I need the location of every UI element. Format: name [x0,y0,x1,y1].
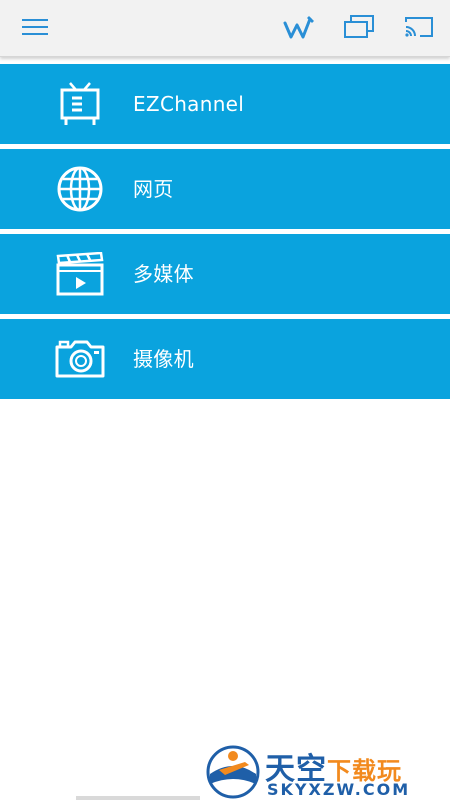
tv-icon [54,78,106,130]
globe-icon [54,163,106,215]
app-toolbar [0,0,450,57]
menu-icon[interactable] [18,12,52,42]
skyxzw-logo-icon [205,744,261,800]
wifi-w-icon[interactable] [283,12,317,42]
menu-item-web[interactable]: 网页 [0,149,450,229]
menu-item-label: 网页 [133,177,174,201]
menu-item-multimedia[interactable]: 多媒体 [0,234,450,314]
menu-item-label: EZChannel [133,92,245,116]
screen-mirror-icon[interactable] [342,12,376,42]
watermark: 天空下载玩 SKYXZW.COM [205,742,450,800]
menu-item-label: 多媒体 [133,262,194,286]
camera-icon [54,333,106,385]
menu-item-label: 摄像机 [133,347,194,371]
watermark-domain: SKYXZW.COM [267,780,411,799]
bottom-scroll-indicator [76,796,200,800]
main-menu-list: EZChannel 网页 多媒体 摄像机 [0,64,450,399]
clapperboard-icon [54,248,106,300]
cast-icon[interactable] [402,12,436,42]
menu-item-ezchannel[interactable]: EZChannel [0,64,450,144]
menu-item-camera[interactable]: 摄像机 [0,319,450,399]
